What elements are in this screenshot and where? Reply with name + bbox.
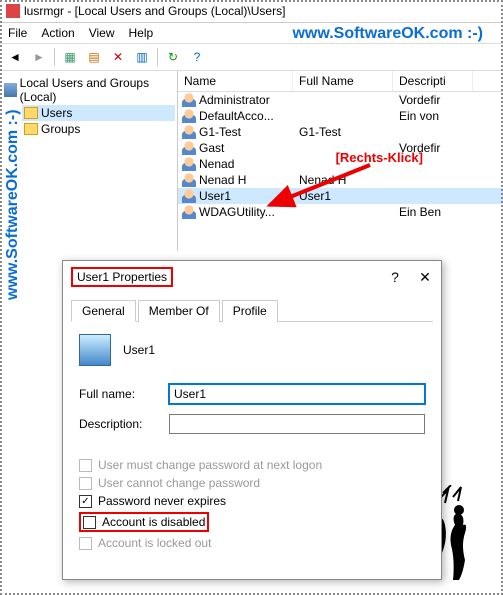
table-row[interactable]: WDAGUtility...Ein Ben [178, 204, 503, 220]
main-split: Local Users and Groups (Local) Users Gro… [0, 71, 503, 251]
window-title: lusrmgr - [Local Users and Groups (Local… [24, 4, 285, 18]
description-field[interactable] [169, 414, 425, 434]
tabs: General Member Of Profile [71, 299, 433, 322]
back-button[interactable]: ◄ [4, 47, 26, 67]
properties-dialog: User1 Properties ? ✕ General Member Of P… [62, 260, 442, 580]
watermark-top: www.SoftwareOK.com :-) [292, 25, 483, 43]
tab-profile[interactable]: Profile [222, 300, 278, 322]
toolbar: ◄ ► ▦ ▤ ✕ ▥ ↻ ? [0, 44, 503, 71]
tree-groups[interactable]: Groups [22, 121, 175, 137]
dialog-titlebar[interactable]: User1 Properties ? ✕ [63, 261, 441, 293]
help-icon[interactable]: ? [387, 269, 403, 286]
list-header[interactable]: Name Full Name Descripti [178, 71, 503, 92]
table-row[interactable]: Nenad HNenad H [178, 172, 503, 188]
tree-users[interactable]: Users [22, 105, 175, 121]
table-row[interactable]: AdministratorVordefir [178, 92, 503, 108]
chk-disabled-row: Account is disabled [79, 512, 425, 532]
user-icon [79, 334, 111, 366]
user-icon [182, 157, 196, 171]
tree-panel[interactable]: Local Users and Groups (Local) Users Gro… [0, 71, 178, 251]
window-titlebar: lusrmgr - [Local Users and Groups (Local… [0, 0, 503, 23]
toolbar-btn-2[interactable]: ▤ [83, 47, 105, 67]
dialog-title: User1 Properties [71, 267, 173, 287]
chk-never-row: Password never expires [79, 494, 425, 508]
menu-help[interactable]: Help [129, 26, 154, 40]
tab-memberof[interactable]: Member Of [138, 300, 220, 322]
refresh-button[interactable]: ↻ [162, 47, 184, 67]
folder-icon [24, 107, 38, 119]
help-button[interactable]: ? [186, 47, 208, 67]
chk-locked [79, 537, 92, 550]
description-row: Description: [79, 414, 425, 434]
menu-file[interactable]: File [8, 26, 27, 40]
chk-mustchange [79, 459, 92, 472]
username-label: User1 [123, 343, 155, 357]
annotation-rechts-klick: [Rechts-Klick] [336, 150, 423, 165]
fullname-row: Full name: [79, 384, 425, 404]
toolbar-btn-3[interactable]: ▥ [131, 47, 153, 67]
chk-mustchange-row: User must change password at next logon [79, 458, 425, 472]
mmc-icon [4, 83, 17, 97]
table-row[interactable]: DefaultAcco...Ein von [178, 108, 503, 124]
col-name[interactable]: Name [178, 71, 293, 91]
col-fullname[interactable]: Full Name [293, 71, 393, 91]
folder-icon [24, 123, 38, 135]
user-icon [182, 173, 196, 187]
menu-action[interactable]: Action [41, 26, 74, 40]
table-row[interactable]: User1User1 [178, 188, 503, 204]
chk-locked-row: Account is locked out [79, 536, 425, 550]
fullname-label: Full name: [79, 387, 169, 401]
menubar: File Action View Help www.SoftwareOK.com… [0, 23, 503, 44]
user-icon [182, 205, 196, 219]
dialog-body: User1 Full name: Description: User must … [63, 322, 441, 566]
tab-general[interactable]: General [71, 300, 136, 322]
fullname-field[interactable] [169, 384, 425, 404]
toolbar-btn-1[interactable]: ▦ [59, 47, 81, 67]
user-icon [182, 141, 196, 155]
chk-cannot-row: User cannot change password [79, 476, 425, 490]
col-description[interactable]: Descripti [393, 71, 473, 91]
close-icon[interactable]: ✕ [417, 269, 433, 286]
user-icon [182, 125, 196, 139]
app-icon [6, 4, 20, 18]
chk-never[interactable] [79, 495, 92, 508]
user-icon [182, 109, 196, 123]
chk-disabled[interactable] [83, 516, 96, 529]
user-icon [182, 189, 196, 203]
user-icon [182, 93, 196, 107]
delete-button[interactable]: ✕ [107, 47, 129, 67]
chk-cannot [79, 477, 92, 490]
forward-button[interactable]: ► [28, 47, 50, 67]
description-label: Description: [79, 417, 169, 431]
table-row[interactable]: G1-TestG1-Test [178, 124, 503, 140]
tree-root[interactable]: Local Users and Groups (Local) [2, 75, 175, 105]
menu-view[interactable]: View [89, 26, 115, 40]
